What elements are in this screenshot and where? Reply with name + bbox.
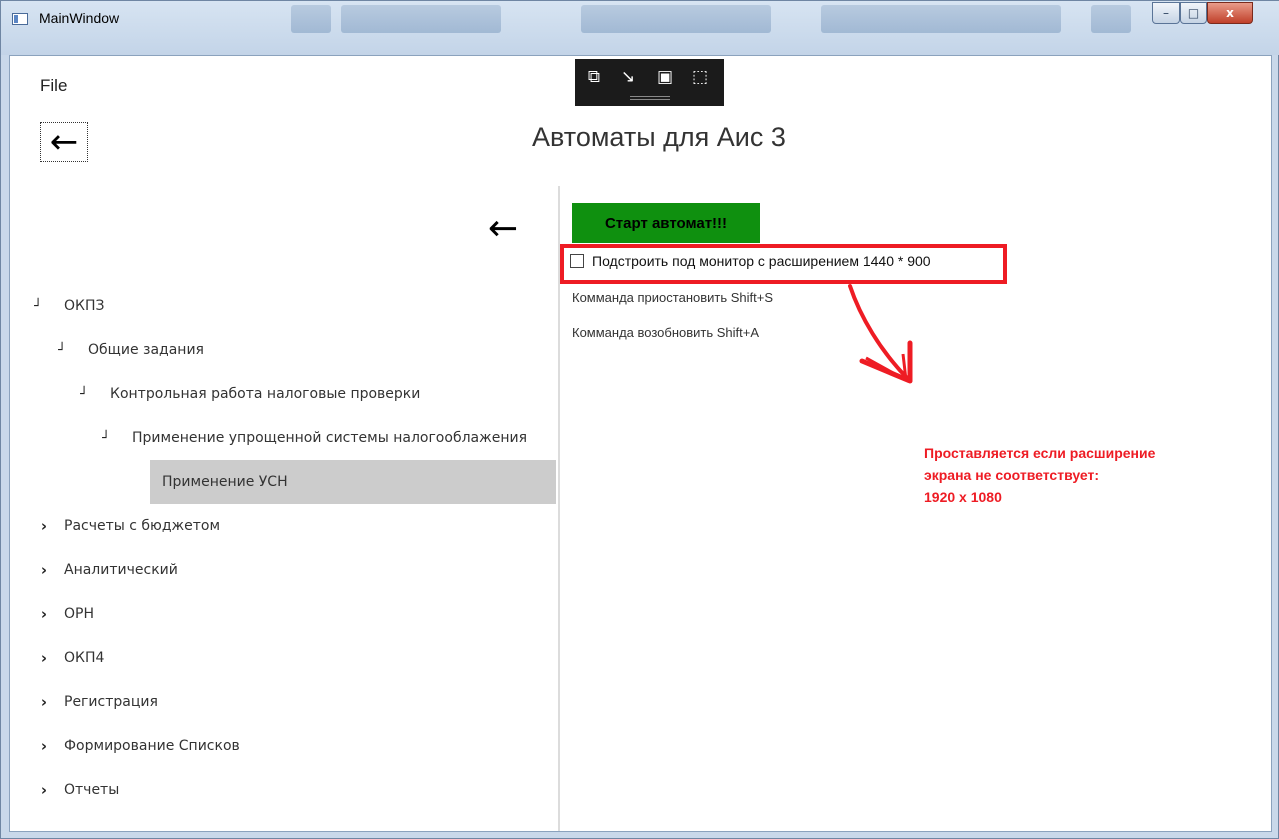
annotation-note: Проставляется если расширение экрана не … <box>924 442 1155 508</box>
expanded-icon[interactable]: ┘ <box>98 431 114 446</box>
expanded-icon[interactable]: ┘ <box>30 299 46 314</box>
tree-item-label: Применение упрощенной системы налогообла… <box>132 430 528 446</box>
tree-item-label: Общие задания <box>88 342 204 358</box>
arrow-left-icon: ← <box>49 122 79 162</box>
blurred-taskbar-region <box>291 5 331 33</box>
chevron-right-icon[interactable]: › <box>36 693 52 711</box>
minimize-button[interactable]: – <box>1152 2 1180 24</box>
tree-item-usn-system[interactable]: ┘ Применение упрощенной системы налогооб… <box>98 416 527 460</box>
track-focus-icon[interactable]: ⬚ <box>690 67 710 87</box>
expanded-icon[interactable]: ┘ <box>76 387 92 402</box>
note-line: Проставляется если расширение <box>924 445 1156 461</box>
note-line: 1920 x 1080 <box>924 489 1002 505</box>
content-panel: Старт автомат!!! Подстроить под монитор … <box>558 186 1271 831</box>
chevron-right-icon[interactable]: › <box>36 605 52 623</box>
chevron-right-icon[interactable]: › <box>36 781 52 799</box>
close-button[interactable]: x <box>1207 2 1253 24</box>
main-window: MainWindow – □ x File ⧉ ↘ ▣ ⬚ ← Автоматы… <box>0 0 1279 839</box>
close-icon: x <box>1226 6 1234 20</box>
tree-item-reports[interactable]: › Отчеты <box>36 768 119 812</box>
tree-item-analytics[interactable]: › Аналитический <box>36 548 178 592</box>
tree-item-label: Расчеты с бюджетом <box>64 518 221 534</box>
maximize-icon: □ <box>1187 6 1200 20</box>
select-element-icon[interactable]: ⧉ <box>584 67 604 87</box>
debug-toolbar: ⧉ ↘ ▣ ⬚ <box>575 59 724 106</box>
tree-item-control-work[interactable]: ┘ Контрольная работа налоговые проверки <box>76 372 420 416</box>
client-area: File ⧉ ↘ ▣ ⬚ ← Автоматы для Аис 3 ← ┘ ОК… <box>9 55 1272 832</box>
blurred-taskbar-region <box>1091 5 1131 33</box>
nav-back-button[interactable]: ← <box>488 211 518 247</box>
window-title: MainWindow <box>39 10 120 26</box>
toolbar-grip[interactable] <box>630 96 670 100</box>
tree-item-label: Отчеты <box>64 782 120 798</box>
tree-item-okpz[interactable]: ┘ ОКПЗ <box>30 284 104 328</box>
tree-item-label: ОКПЗ <box>64 298 105 314</box>
chevron-right-icon[interactable]: › <box>36 517 52 535</box>
tree-item-okp4[interactable]: › ОКП4 <box>36 636 105 680</box>
page-title: Автоматы для Аис 3 <box>532 122 786 152</box>
tree-item-general-tasks[interactable]: ┘ Общие задания <box>54 328 204 372</box>
tree-item-lists[interactable]: › Формирование Списков <box>36 724 240 768</box>
tree-item-usn[interactable]: Применение УСН <box>150 460 556 504</box>
tree-item-orn[interactable]: › ОРН <box>36 592 94 636</box>
maximize-button[interactable]: □ <box>1180 2 1207 24</box>
tree-item-budget[interactable]: › Расчеты с бюджетом <box>36 504 220 548</box>
title-bar[interactable]: MainWindow – □ x <box>1 1 1279 55</box>
annotation-arrow-icon <box>848 284 913 384</box>
expanded-icon[interactable]: ┘ <box>54 343 70 358</box>
blurred-taskbar-region <box>581 5 771 33</box>
tree-item-label: ОКП4 <box>64 650 105 666</box>
pointer-icon[interactable]: ↘ <box>618 67 638 87</box>
app-window-icon <box>12 13 28 25</box>
blurred-taskbar-region <box>821 5 1061 33</box>
menu-file[interactable]: File <box>40 76 67 96</box>
tree-item-label: Формирование Списков <box>64 738 240 754</box>
chevron-right-icon[interactable]: › <box>36 737 52 755</box>
tree-item-label: Регистрация <box>64 694 158 710</box>
layout-adorner-icon[interactable]: ▣ <box>655 67 675 87</box>
blurred-taskbar-region <box>341 5 501 33</box>
tree-item-registration[interactable]: › Регистрация <box>36 680 158 724</box>
chevron-right-icon[interactable]: › <box>36 649 52 667</box>
back-button[interactable]: ← <box>40 122 88 162</box>
minimize-icon: – <box>1163 6 1169 20</box>
arrow-left-icon: ← <box>488 208 519 249</box>
chevron-right-icon[interactable]: › <box>36 561 52 579</box>
note-line: экрана не соответствует: <box>924 467 1100 483</box>
tree-item-label: Применение УСН <box>162 474 288 490</box>
tree-item-label: Контрольная работа налоговые проверки <box>110 386 421 402</box>
tree-item-label: ОРН <box>64 606 94 622</box>
tree-item-label: Аналитический <box>64 562 178 578</box>
